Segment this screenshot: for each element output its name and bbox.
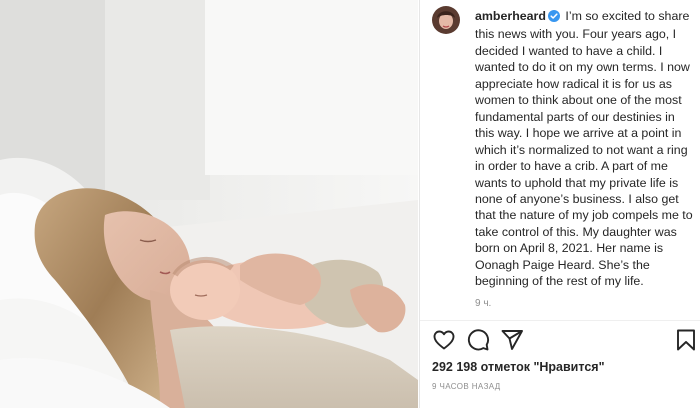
comment-icon[interactable]	[466, 328, 490, 357]
avatar[interactable]	[432, 6, 460, 34]
caption-username[interactable]: amberheard	[475, 9, 546, 23]
likes-count[interactable]: 292 198 отметок "Нравится"	[432, 360, 605, 374]
caption-text: I’m so excited to share this news with y…	[475, 9, 693, 289]
photo-mother-and-newborn	[0, 0, 418, 408]
verified-badge-icon	[547, 10, 560, 26]
bookmark-icon[interactable]	[674, 328, 698, 357]
paper-plane-icon[interactable]	[500, 328, 524, 357]
post-date[interactable]: 9 ЧАСОВ НАЗАД	[432, 382, 501, 391]
action-bar	[432, 328, 698, 354]
post-side-panel: amberheard I’m so excited to share this …	[419, 0, 700, 408]
post-caption: amberheard I’m so excited to share this …	[475, 8, 697, 290]
caption-timestamp[interactable]: 9 ч.	[475, 298, 491, 309]
avatar-image	[432, 6, 460, 34]
post-photo[interactable]	[0, 0, 418, 408]
heart-icon[interactable]	[432, 328, 456, 357]
instagram-post: amberheard I’m so excited to share this …	[0, 0, 700, 408]
divider	[420, 320, 700, 321]
